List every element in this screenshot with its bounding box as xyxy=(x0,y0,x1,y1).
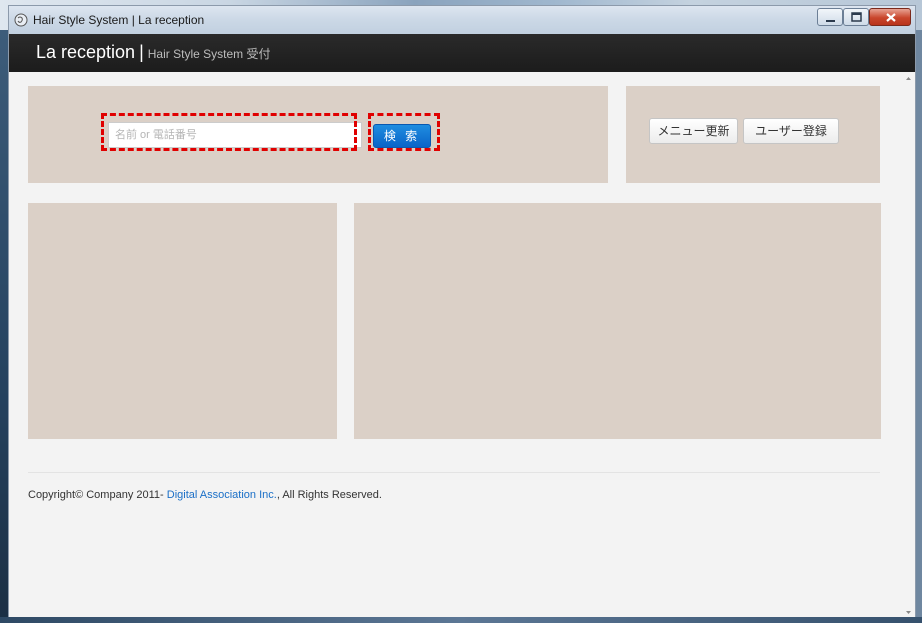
brand-subtitle: Hair Style System 受付 xyxy=(147,47,271,61)
copyright-text: Copyright© Company 2011- Digital Associa… xyxy=(28,489,382,501)
close-button[interactable] xyxy=(869,8,911,26)
minimize-icon xyxy=(826,20,835,22)
menu-update-button[interactable]: メニュー更新 xyxy=(649,118,738,144)
brand-separator: | xyxy=(139,42,144,62)
desktop-background-left xyxy=(0,30,8,623)
copyright-prefix: Copyright© Company 2011- xyxy=(28,489,167,501)
highlight-search-button xyxy=(368,113,440,151)
company-link[interactable]: Digital Association Inc. xyxy=(167,489,277,501)
brand-name: La reception xyxy=(36,42,136,62)
globe-icon xyxy=(14,13,28,27)
copyright-suffix: , All Rights Reserved. xyxy=(276,489,382,501)
navbar: La reception | Hair Style System 受付 xyxy=(9,34,915,72)
close-icon xyxy=(886,13,896,22)
right-content-panel xyxy=(354,203,881,439)
vertical-scrollbar[interactable] xyxy=(902,72,915,619)
taskbar xyxy=(0,617,922,623)
brand[interactable]: La reception | Hair Style System 受付 xyxy=(36,42,270,63)
left-content-panel xyxy=(28,203,337,439)
maximize-icon xyxy=(851,12,862,22)
maximize-button[interactable] xyxy=(843,8,869,26)
window-title: Hair Style System | La reception xyxy=(33,13,205,27)
scroll-up-icon[interactable] xyxy=(902,72,915,84)
user-register-button[interactable]: ユーザー登録 xyxy=(743,118,839,144)
highlight-search-input xyxy=(101,113,357,151)
desktop-background-right xyxy=(916,30,922,623)
footer-divider xyxy=(28,472,880,473)
window-titlebar[interactable]: Hair Style System | La reception xyxy=(9,6,915,34)
minimize-button[interactable] xyxy=(817,8,843,26)
